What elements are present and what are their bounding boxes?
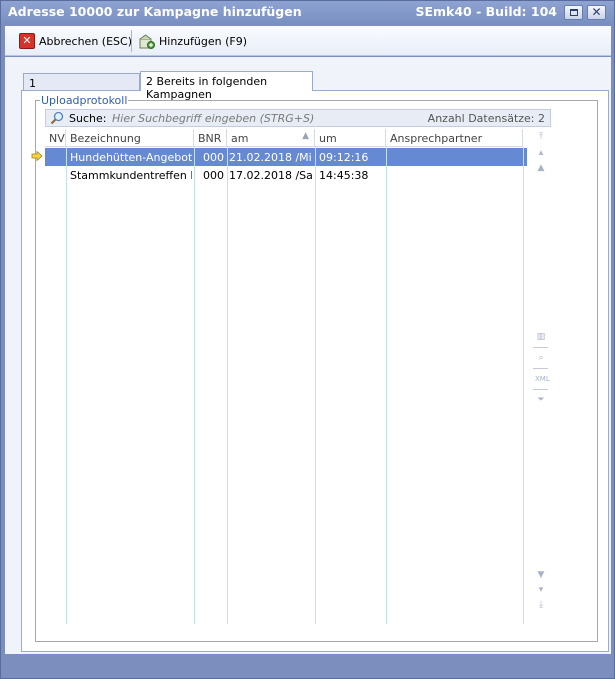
column-header-bnr[interactable]: BNR (194, 129, 227, 147)
cancel-icon: ✕ (19, 33, 35, 49)
table-row[interactable]: Hundehütten-Angebote 000 21.02.2018 /Mi … (31, 148, 527, 166)
columns-icon[interactable]: ▥ (535, 331, 547, 343)
column-header-am-label: am (231, 132, 249, 145)
window-title: Adresse 10000 zur Kampagne hinzufügen (8, 4, 302, 19)
zoom-icon[interactable]: ⌕ (535, 352, 547, 364)
toolbar-separator (533, 368, 548, 369)
column-header-am[interactable]: am ▲ (227, 129, 315, 147)
dialog-body: 1 Kampagnenauswahl 2 Bereits in folgende… (5, 57, 611, 654)
close-icon: ✕ (591, 5, 602, 19)
build-info: SEmk40 - Build: 104 (415, 4, 557, 19)
xml-export-icon[interactable]: XML (535, 373, 550, 385)
toolbar-separator (533, 347, 548, 348)
search-label: Suche: (69, 112, 107, 125)
column-header-ansprechpartner[interactable]: Ansprechpartner (386, 129, 523, 147)
dialog-window: Adresse 10000 zur Kampagne hinzufügen SE… (0, 0, 615, 679)
column-header-bezeichnung[interactable]: Bezeichnung (66, 129, 194, 147)
add-button-label: Hinzufügen (F9) (159, 34, 248, 48)
toolbar-separator (533, 389, 548, 390)
search-bar[interactable]: Suche: Hier Suchbegriff eingeben (STRG+S… (45, 109, 551, 127)
cancel-button-label: Abbrechen (ESC) (39, 34, 132, 48)
column-divider (66, 147, 67, 624)
search-input[interactable]: Hier Suchbegriff eingeben (STRG+S) (112, 112, 314, 125)
record-count: Anzahl Datensätze: 2 (427, 112, 545, 125)
previous-record-icon[interactable]: ▲ (535, 162, 547, 174)
column-divider (386, 147, 387, 624)
tab-kampagnenauswahl[interactable]: 1 Kampagnenauswahl (23, 73, 140, 103)
restore-button[interactable] (564, 5, 583, 20)
cell-bnr: 000 (203, 169, 224, 182)
cell-am: 17.02.2018 /Sa (229, 169, 313, 182)
add-campaign-icon (139, 33, 155, 49)
cell-am: 21.02.2018 /Mi (229, 151, 312, 164)
column-divider (523, 147, 524, 624)
cell-um: 09:12:16 (319, 151, 369, 164)
cancel-button[interactable]: ✕ Abbrechen (ESC) (19, 30, 132, 52)
next-record-icon[interactable]: ▼ (535, 569, 547, 581)
column-divider (194, 147, 195, 624)
cell-bezeichnung: Hundehütten-Angebote (70, 151, 192, 164)
restore-icon (570, 9, 578, 16)
column-divider (315, 147, 316, 624)
current-row-arrow-icon (31, 151, 43, 161)
title-bar[interactable]: Adresse 10000 zur Kampagne hinzufügen SE… (1, 1, 614, 23)
close-button[interactable]: ✕ (587, 5, 606, 20)
cell-bnr: 000 (203, 151, 224, 164)
toolbar: ✕ Abbrechen (ESC) Hinzufügen (F9) (5, 26, 611, 56)
cell-bezeichnung: Stammkundentreffen Hur (70, 169, 192, 182)
campaign-grid: NV Bezeichnung BNR am ▲ um Ansprechpartn… (31, 129, 550, 629)
column-header-nv[interactable]: NV (45, 129, 66, 147)
column-header-um[interactable]: um (315, 129, 386, 147)
filter-icon[interactable]: ⏷ (535, 394, 547, 406)
group-legend: Uploadprotokoll (40, 94, 129, 107)
grid-navigation-bar: ⤒ ▴ ▲ ▥ ⌕ XML ⏷ ▼ ▾ ⤓ (532, 129, 550, 629)
sort-ascending-icon: ▲ (302, 131, 309, 141)
add-button[interactable]: Hinzufügen (F9) (138, 30, 247, 52)
tab-panel: Uploadprotokoll Suche: Hier Suchbegriff … (21, 90, 609, 652)
page-down-icon[interactable]: ▾ (535, 584, 547, 596)
cell-um: 14:45:38 (319, 169, 369, 182)
search-icon (50, 111, 64, 125)
last-record-icon[interactable]: ⤓ (535, 599, 547, 611)
first-record-icon[interactable]: ⤒ (535, 131, 547, 143)
table-row[interactable]: Stammkundentreffen Hur 000 17.02.2018 /S… (45, 166, 527, 184)
toolbar-separator (131, 30, 132, 52)
page-up-icon[interactable]: ▴ (535, 147, 547, 159)
tab-bereits-in-kampagnen[interactable]: 2 Bereits in folgenden Kampagnen (140, 71, 313, 101)
uploadprotokoll-group: Uploadprotokoll Suche: Hier Suchbegriff … (31, 94, 598, 642)
column-divider (227, 147, 228, 624)
